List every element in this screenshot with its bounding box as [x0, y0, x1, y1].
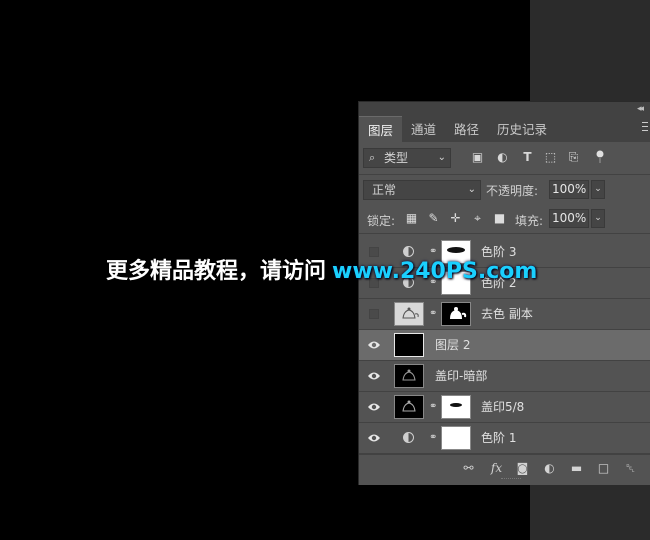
new-adjustment-layer-icon[interactable]: ◐ [542, 461, 557, 476]
link-icon[interactable]: ⚭ [429, 431, 437, 445]
layer-thumbnail[interactable] [394, 333, 424, 357]
panel-title-bar[interactable]: ◂◂ [359, 102, 650, 116]
layer-row-layer-2[interactable]: 图层 2 [359, 330, 650, 361]
eye-icon[interactable] [367, 339, 381, 351]
link-icon[interactable]: ⚭ [429, 307, 437, 321]
filter-toggle-icon[interactable] [596, 150, 604, 164]
layers-panel: ◂◂ 图层 通道 路径 历史记录 ⌕ 类型 ⌄ ▣ ◐ T ⬚ ⎘ 正常 ⌄ 不… [358, 101, 650, 485]
layer-row-desaturate-copy[interactable]: ⚭ 去色 副本 [359, 299, 650, 330]
opacity-slider-toggle[interactable]: ⌄ [591, 180, 605, 199]
blend-mode-select[interactable]: 正常 ⌄ [363, 180, 481, 200]
add-mask-icon[interactable]: ◙ [515, 461, 530, 476]
link-icon[interactable]: ⚭ [429, 400, 437, 414]
collapse-panel-icon[interactable]: ◂◂ [637, 102, 644, 116]
lock-row: 锁定: ▦ ✎ ✛ ⌖ ■ 填充: 100% ⌄ [359, 204, 650, 234]
tab-history[interactable]: 历史记录 [488, 116, 556, 142]
layer-row-levels-1[interactable]: ⚭ 色阶 1 [359, 423, 650, 454]
opacity-label: 不透明度: [486, 184, 539, 198]
pixel-filter-icon[interactable]: ▣ [471, 151, 484, 164]
trash-icon[interactable]: ␡ [623, 461, 638, 476]
fill-input[interactable]: 100% [549, 209, 589, 228]
search-icon: ⌕ [369, 151, 376, 164]
watermark: 更多精品教程，请访问 www.240PS.com [106, 253, 537, 285]
fill-label: 填充: [515, 214, 544, 228]
blend-row: 正常 ⌄ 不透明度: 100% ⌄ [359, 175, 650, 204]
visibility-toggle[interactable] [369, 309, 379, 319]
eye-icon[interactable] [367, 401, 381, 413]
watermark-url: www.240PS.com [332, 259, 538, 284]
fx-icon[interactable]: fx [489, 461, 504, 476]
layer-mask-thumbnail[interactable] [441, 395, 471, 419]
tab-layers[interactable]: 图层 [359, 116, 403, 142]
new-group-icon[interactable]: ▬ [569, 461, 584, 476]
shape-filter-icon[interactable]: ⬚ [544, 151, 557, 164]
layer-thumbnail[interactable] [394, 395, 424, 419]
watermark-text: 更多精品教程，请访问 [106, 259, 327, 284]
layer-mask-thumbnail[interactable] [441, 426, 471, 450]
lock-label: 锁定: [367, 214, 396, 228]
tab-paths[interactable]: 路径 [445, 116, 488, 142]
panel-footer: ⚯ fx ◙ ◐ ▬ □ ␡ [359, 454, 650, 483]
smart-object-filter-icon[interactable]: ⎘ [567, 151, 580, 164]
lock-artboard-icon[interactable]: ⌖ [471, 212, 484, 225]
layer-row-stamp-5-8[interactable]: ⚭ 盖印5/8 [359, 392, 650, 423]
lock-image-pixels-icon[interactable]: ✎ [427, 212, 440, 225]
layer-filter-row: ⌕ 类型 ⌄ ▣ ◐ T ⬚ ⎘ [359, 142, 650, 175]
lock-all-icon[interactable]: ■ [493, 212, 506, 225]
new-layer-icon[interactable]: □ [596, 461, 611, 476]
lock-position-icon[interactable]: ✛ [449, 212, 462, 225]
eye-icon[interactable] [367, 432, 381, 444]
layer-thumbnail[interactable] [394, 302, 424, 326]
levels-adjustment-icon [403, 432, 414, 443]
layer-row-stamp-dark[interactable]: 盖印-暗部 [359, 361, 650, 392]
lock-transparent-pixels-icon[interactable]: ▦ [405, 212, 418, 225]
adjustment-filter-icon[interactable]: ◐ [496, 151, 509, 164]
fill-slider-toggle[interactable]: ⌄ [591, 209, 605, 228]
chevron-down-icon: ⌄ [467, 184, 476, 195]
panel-menu-icon[interactable] [642, 122, 648, 134]
layer-thumbnail[interactable] [394, 364, 424, 388]
type-filter-icon[interactable]: T [521, 151, 534, 164]
eye-icon[interactable] [367, 370, 381, 382]
resize-grip[interactable] [501, 478, 521, 483]
panel-tabs: 图层 通道 路径 历史记录 [359, 116, 650, 142]
link-layers-icon[interactable]: ⚯ [461, 461, 476, 476]
opacity-input[interactable]: 100% [549, 180, 589, 199]
filter-kind-select[interactable]: ⌕ 类型 ⌄ [363, 148, 451, 168]
chevron-down-icon: ⌄ [437, 152, 446, 163]
tab-channels[interactable]: 通道 [402, 116, 445, 142]
layer-mask-thumbnail[interactable] [441, 302, 471, 326]
